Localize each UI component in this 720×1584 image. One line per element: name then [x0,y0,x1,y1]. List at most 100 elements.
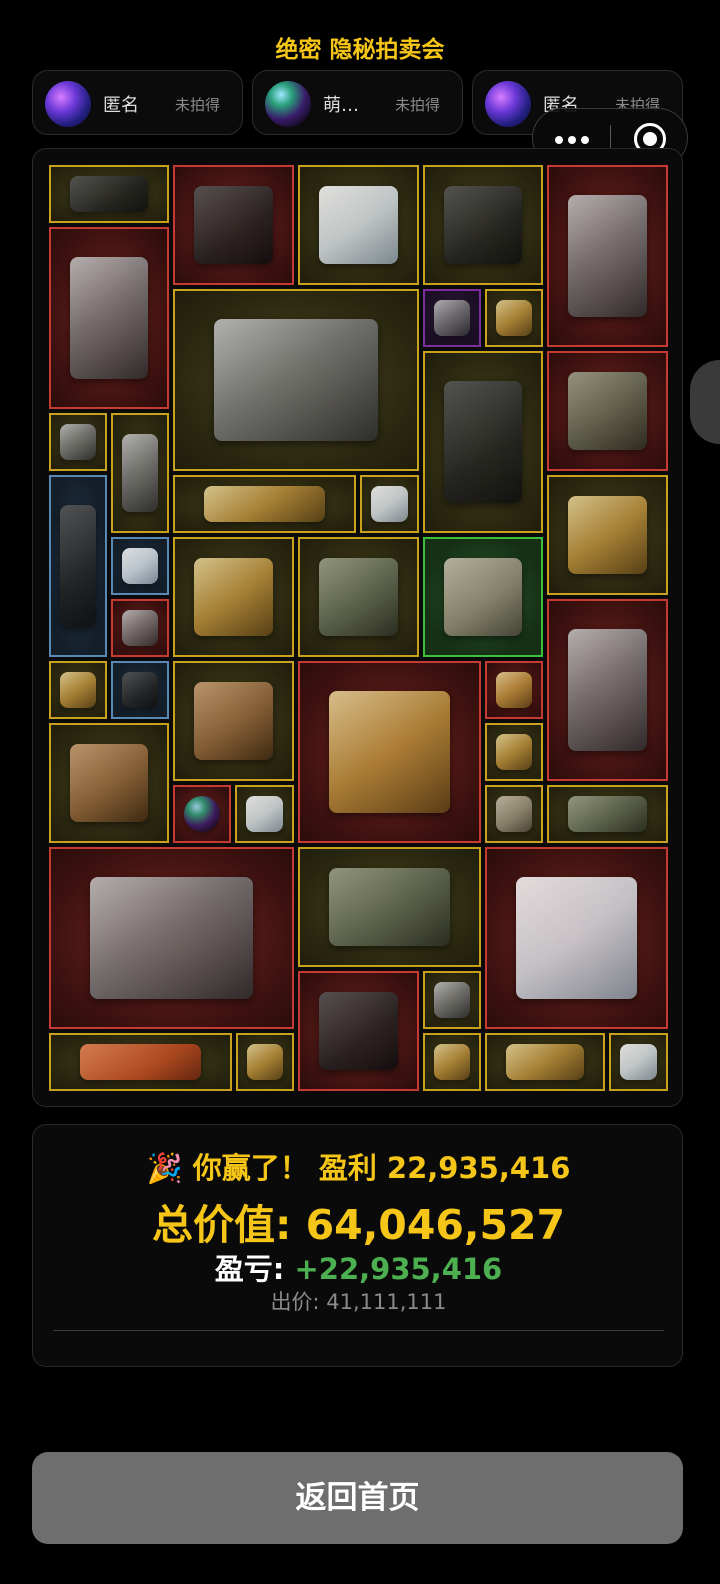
total-amount: 64,046,527 [305,1201,566,1249]
item-tile-field-radio[interactable] [547,351,668,471]
orb-icon [183,795,221,833]
item-tile-military-radio-set[interactable] [298,847,481,967]
binoculars-icon [318,557,399,637]
item-tile-voice-recorder[interactable] [49,475,107,657]
page-title: 绝密 隐秘拍卖会 [275,37,445,63]
item-tile-video-camera[interactable] [173,165,294,285]
item-tile-aviator-sunglasses[interactable] [485,1033,605,1091]
item-tile-caviar-tin[interactable] [485,661,543,719]
pnl-label: 盈亏: [214,1252,285,1286]
total-label: 总价值: [151,1201,292,1249]
satellite-dish-icon [567,495,648,575]
item-tile-usb-dongle[interactable] [235,785,294,843]
item-tile-winged-lion-statue[interactable] [423,537,543,657]
bidder-name: 匿名 [103,95,139,116]
more-dots-icon[interactable] [555,136,589,144]
item-tile-orange-case[interactable] [49,1033,232,1091]
robot-walker-icon [567,629,648,751]
item-tile-golden-pen[interactable] [485,289,543,347]
item-tile-sardine-tin[interactable] [485,723,543,781]
item-tile-storage-server[interactable] [49,847,294,1029]
usb-dongle-icon [245,795,284,833]
item-tile-ssd-drive[interactable] [49,413,107,471]
win-text: 你赢了！ 盈利 22,935,416 [192,1151,571,1185]
item-tile-medal[interactable] [49,661,107,719]
item-tile-binoculars[interactable] [298,537,419,657]
robot-walker-icon [567,195,648,317]
golden-pen-icon [495,299,533,337]
item-tile-jeweled-egg[interactable] [298,661,481,843]
item-tile-sardine-tin[interactable] [236,1033,294,1091]
item-tile-medal[interactable] [423,1033,481,1091]
bidder-name: 萌… [323,95,359,116]
medal-icon [59,671,97,709]
power-station-icon [443,381,523,503]
return-home-button[interactable]: 返回首页 [32,1452,683,1544]
bidder-status: 未拍得 [394,96,440,114]
item-tile-crossbow[interactable] [49,165,169,223]
chemical-jug-icon [318,185,399,265]
video-camera-icon [193,185,274,265]
item-tile-golden-tiara[interactable] [173,475,356,533]
item-tile-circuit-board[interactable] [423,289,481,347]
item-tile-bronze-pedestal-clock[interactable] [49,723,169,843]
military-radio-icon [328,867,451,947]
statue-icon [443,557,523,637]
item-tile-tin-can[interactable] [111,661,169,719]
pnl-amount: +22,935,416 [294,1252,503,1286]
nebula-avatar-icon [45,81,91,127]
flash-drive-icon [121,609,159,647]
item-tile-robot-walker[interactable] [547,165,668,347]
medical-monitor-icon [515,877,638,999]
item-tile-vacuum-cleaner[interactable] [49,227,169,409]
field-radio-icon [567,371,648,451]
item-tile-pulse-oximeter[interactable] [360,475,419,533]
sardine-tin-icon [495,733,533,771]
item-tile-usb-flash-drive[interactable] [111,599,169,657]
caviar-tin-icon [495,671,533,709]
party-popper-icon: 🎉 [146,1151,183,1185]
bid-label: 出价: [270,1290,320,1314]
item-tile-robot-walker[interactable] [547,599,668,781]
item-tile-server-motherboard[interactable] [173,289,419,471]
pulse-oximeter-icon [370,485,409,523]
item-tile-medical-monitor[interactable] [485,847,668,1029]
item-tile-cpu-chip[interactable] [423,971,481,1029]
total-value: 总价值: 64,046,527 [33,1191,684,1251]
orange-case-icon [79,1043,202,1081]
sardine-tin-icon [246,1043,284,1081]
server-motherboard-icon [213,319,379,441]
bidder-card[interactable]: 萌… 未拍得 [252,70,463,135]
item-tile-sandwich[interactable] [485,785,543,843]
rugged-device-icon [567,795,648,833]
circuit-board-icon [433,299,471,337]
usb-stick-icon [619,1043,658,1081]
bidder-status: 未拍得 [174,96,220,114]
jeweled-egg-icon [328,691,451,813]
voice-recorder-icon [59,505,97,627]
side-drawer-handle[interactable] [690,360,720,444]
pedestal-clock-icon [69,743,149,823]
profit-loss: 盈亏: +22,935,416 [33,1246,684,1288]
item-tile-chemical-jug[interactable] [298,165,419,285]
item-tile-power-station[interactable] [423,351,543,533]
item-tile-mp3-player[interactable] [111,537,169,595]
bidder-card[interactable]: 匿名 未拍得 [32,70,243,135]
item-tile-medium-format-camera[interactable] [423,165,543,285]
item-tile-satellite-dish[interactable] [547,475,668,595]
crossbow-icon [69,175,149,213]
item-tile-video-camera[interactable] [298,971,419,1091]
orb-avatar-icon [265,81,311,127]
item-tile-satellite-dish[interactable] [173,537,294,657]
satellite-dish-icon [193,557,274,637]
item-tile-gas-cylinder[interactable] [111,413,169,533]
item-tile-usb-stick[interactable] [609,1033,668,1091]
video-camera-icon [318,991,399,1071]
medal-icon [433,1043,471,1081]
sunglasses-icon [505,1043,585,1081]
item-tile-bronze-pedestal-clock[interactable] [173,661,294,781]
bid-amount: 出价: 41,111,111 [33,1286,684,1316]
item-tile-rugged-device[interactable] [547,785,668,843]
item-tile-iridescent-orb[interactable] [173,785,231,843]
win-message: 🎉 你赢了！ 盈利 22,935,416 [33,1145,684,1187]
